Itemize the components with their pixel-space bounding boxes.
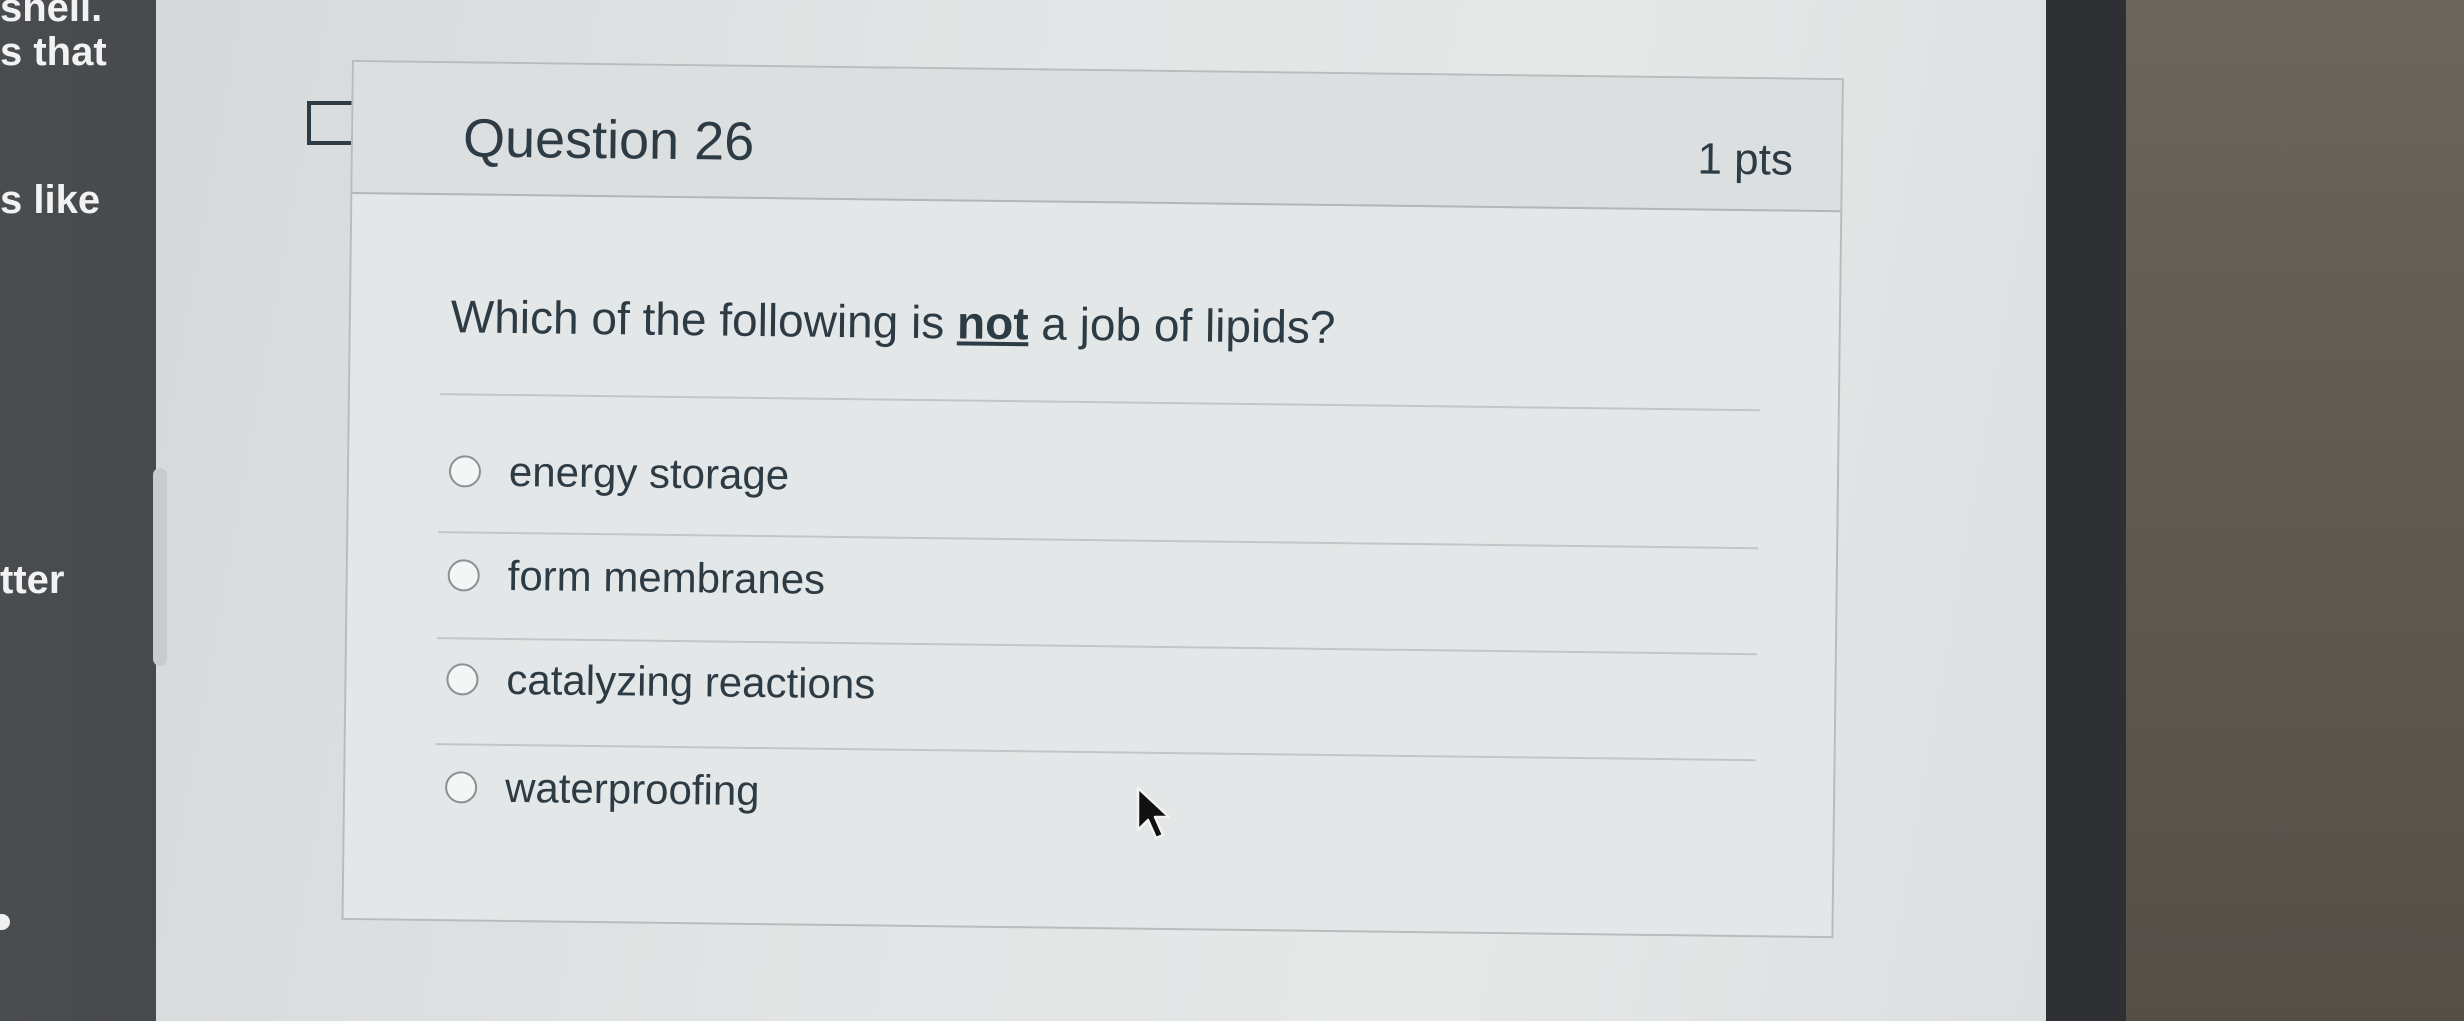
answer-divider xyxy=(438,531,1759,550)
left-edge-marker xyxy=(0,914,10,930)
answer-label: waterproofing xyxy=(504,763,760,815)
background-wall xyxy=(2126,0,2464,1021)
screen: shell. s that s like tter Question 26 1 … xyxy=(0,0,2464,1021)
radio-button[interactable] xyxy=(446,663,479,696)
question-text-end: a job of lipids? xyxy=(1028,297,1336,354)
radio-button[interactable] xyxy=(448,455,482,488)
answer-option[interactable]: catalyzing reactions xyxy=(446,649,876,714)
radio-button[interactable] xyxy=(447,559,480,592)
radio-button[interactable] xyxy=(444,771,478,804)
question-text-start: Which of the following is xyxy=(450,290,958,349)
left-text-fragment: s like xyxy=(0,178,101,222)
mouse-pointer-icon xyxy=(1136,786,1171,840)
answers-top-divider xyxy=(439,393,1760,412)
answer-option[interactable]: energy storage xyxy=(448,441,790,505)
left-text-fragment: shell. xyxy=(0,0,103,30)
question-card: Question 26 1 pts Which of the following… xyxy=(341,60,1844,939)
answer-label: energy storage xyxy=(508,447,790,499)
question-text-emphasis: not xyxy=(956,296,1029,350)
scrollbar-thumb[interactable] xyxy=(153,468,167,666)
question-prompt: Which of the following is not a job of l… xyxy=(451,289,1336,354)
question-points: 1 pts xyxy=(1697,134,1794,185)
left-text-fragment: s that xyxy=(0,30,107,74)
answer-label: form membranes xyxy=(507,551,826,603)
answer-divider xyxy=(435,743,1756,762)
screen-bezel xyxy=(2046,0,2126,1021)
answer-label: catalyzing reactions xyxy=(506,655,876,708)
question-header: Question 26 1 pts xyxy=(352,62,1842,213)
left-text-fragment: tter xyxy=(0,558,65,602)
answer-option[interactable]: waterproofing xyxy=(444,757,760,821)
answer-option[interactable]: form membranes xyxy=(447,545,825,610)
question-title: Question 26 xyxy=(462,108,755,172)
